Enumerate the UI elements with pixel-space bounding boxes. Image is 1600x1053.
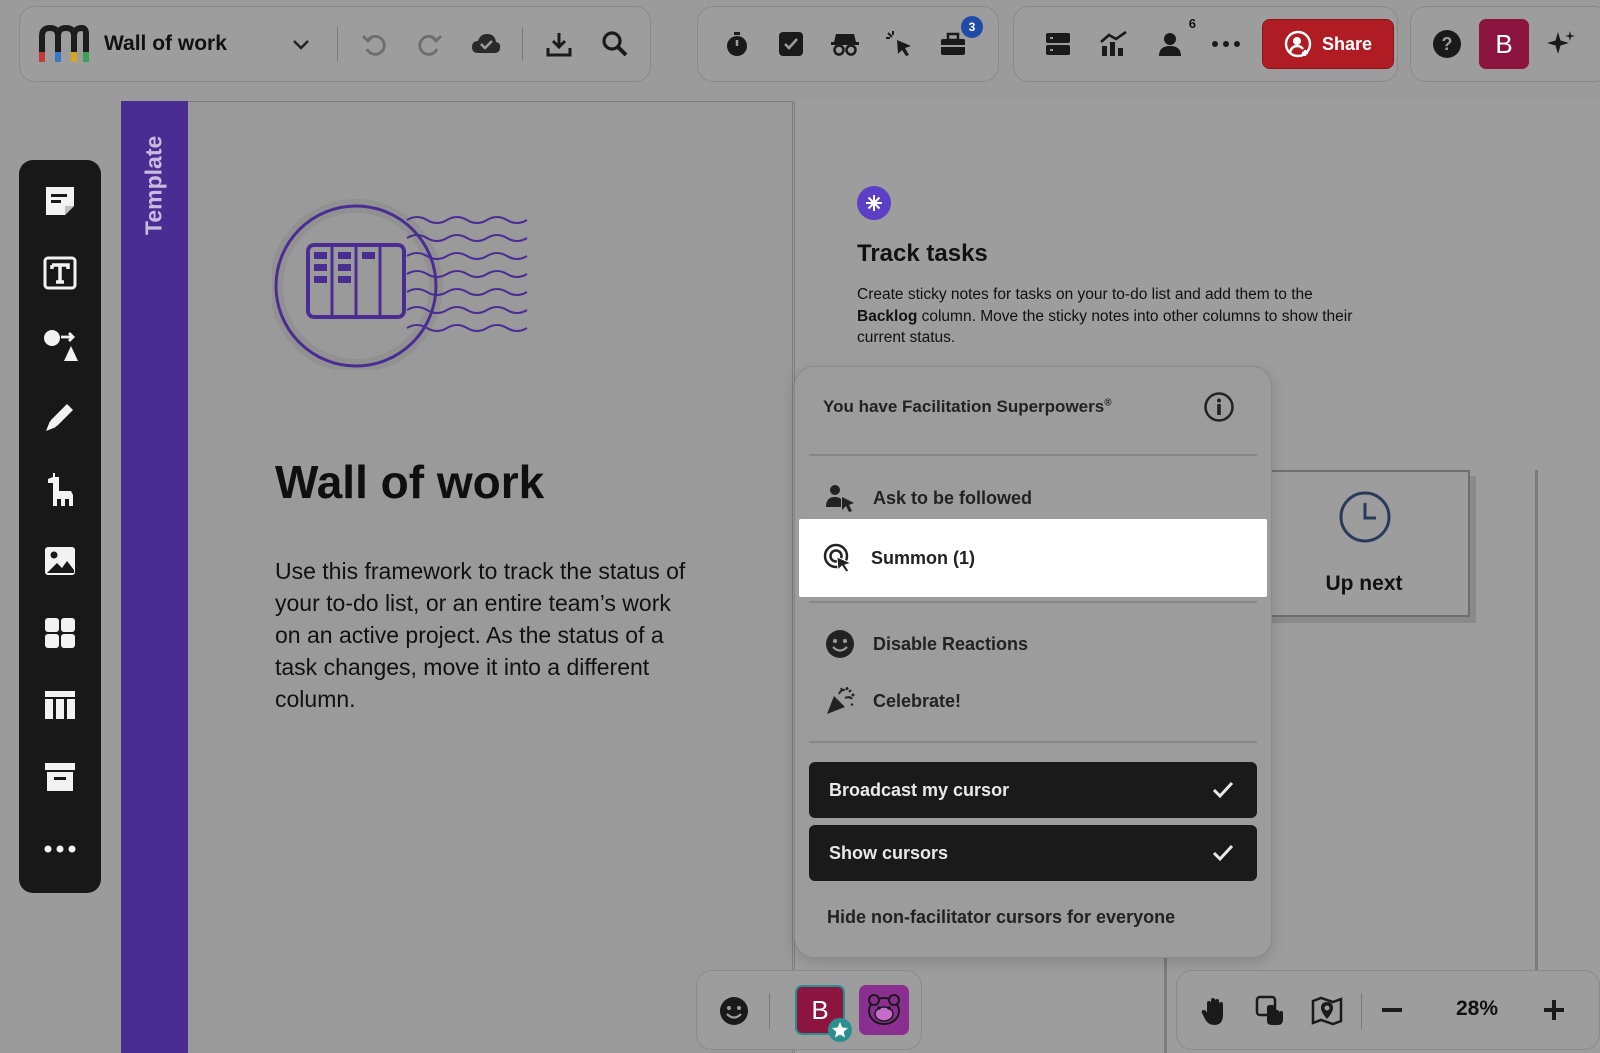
- menu-divider: [809, 741, 1257, 743]
- zoom-level[interactable]: 28%: [1456, 997, 1498, 1021]
- kanban-illustration: [272, 190, 532, 370]
- navigation-bar: [1176, 970, 1600, 1050]
- board-title[interactable]: Wall of work: [104, 32, 227, 56]
- timer-icon[interactable]: [717, 24, 757, 64]
- text-tool-icon[interactable]: [39, 252, 81, 294]
- templates-grid-icon[interactable]: [39, 612, 81, 654]
- board-menu-chevron-icon[interactable]: [281, 24, 321, 64]
- download-icon[interactable]: [539, 24, 579, 64]
- divider: [769, 993, 770, 1029]
- info-icon[interactable]: [1203, 391, 1235, 423]
- board-toolbar: Wall of work: [19, 6, 651, 82]
- smiley-icon: [826, 630, 854, 658]
- table-tool-icon[interactable]: [39, 684, 81, 726]
- party-popper-icon: [827, 687, 855, 714]
- menu-divider: [809, 454, 1257, 456]
- ask-to-be-followed-label: Ask to be followed: [873, 487, 1033, 508]
- archive-icon[interactable]: [39, 756, 81, 798]
- undo-icon[interactable]: [354, 24, 394, 64]
- share-label: Share: [1321, 33, 1373, 54]
- emoji-reaction-icon[interactable]: [719, 996, 749, 1026]
- superpowers-heading: You have Facilitation Superpowers®: [823, 397, 1112, 417]
- private-mode-icon[interactable]: [825, 24, 865, 64]
- superpowers-heading-text: You have Facilitation Superpowers: [823, 397, 1105, 416]
- broadcast-cursor-toggle[interactable]: Broadcast my cursor: [809, 762, 1257, 818]
- pencil-tool-icon[interactable]: [39, 396, 81, 438]
- zoom-in-icon[interactable]: [1541, 997, 1567, 1023]
- facilitation-toolbar: 3: [697, 6, 999, 82]
- broadcast-cursor-label: Broadcast my cursor: [829, 779, 1010, 800]
- laser-pointer-icon[interactable]: [879, 24, 919, 64]
- divider: [521, 27, 523, 61]
- follow-user-icon: [826, 485, 854, 512]
- registered-mark: ®: [1104, 397, 1112, 409]
- template-label: Template: [140, 135, 167, 235]
- up-next-label: Up next: [1325, 572, 1403, 595]
- account-toolbar: ? B: [1410, 6, 1600, 82]
- checkmark-icon: [1212, 781, 1234, 799]
- cards-list-icon[interactable]: [1038, 24, 1078, 64]
- hide-non-facilitator-cursors-item[interactable]: Hide non-facilitator cursors for everyon…: [827, 907, 1175, 928]
- celebrate-label: Celebrate!: [873, 690, 962, 711]
- board-description: Use this framework to track the status o…: [275, 558, 686, 712]
- board-heading: Wall of work: [275, 456, 545, 508]
- clock-icon: [1338, 490, 1392, 544]
- more-tools-icon[interactable]: [39, 828, 81, 870]
- celebrate-item[interactable]: Celebrate!: [801, 673, 1265, 729]
- sparkle-badge-icon: [856, 185, 892, 221]
- up-next-column-card[interactable]: Up next: [1258, 470, 1470, 617]
- summon-target-icon: [823, 543, 853, 573]
- ai-sparkle-icon[interactable]: [1541, 24, 1581, 64]
- app-logo[interactable]: [36, 22, 90, 66]
- search-icon[interactable]: [595, 24, 635, 64]
- vote-checkbox-icon[interactable]: [771, 24, 811, 64]
- participants-count: 6: [1188, 16, 1196, 31]
- show-cursors-toggle[interactable]: Show cursors: [809, 825, 1257, 881]
- sticky-note-icon[interactable]: [39, 180, 81, 222]
- summon-label: Summon (1): [871, 547, 976, 568]
- participants-icon[interactable]: 6: [1150, 16, 1196, 64]
- user-avatar[interactable]: B: [1479, 19, 1529, 69]
- more-options-icon[interactable]: [1206, 24, 1246, 64]
- track-desc-text: Create sticky notes for tasks on your to…: [857, 286, 1313, 303]
- summon-item[interactable]: Summon (1): [799, 519, 1267, 597]
- image-upload-icon[interactable]: [39, 540, 81, 582]
- hand-pan-icon[interactable]: [1199, 995, 1231, 1027]
- track-tasks-title: Track tasks: [857, 240, 988, 267]
- column-divider: [1535, 470, 1538, 970]
- shapes-tool-icon[interactable]: [39, 324, 81, 366]
- reactions-bar: B: [696, 970, 922, 1050]
- zoom-out-icon[interactable]: [1379, 997, 1405, 1023]
- help-icon[interactable]: ?: [1427, 24, 1467, 64]
- backlog-emphasis: Backlog: [857, 307, 918, 325]
- facilitation-superpowers-menu: You have Facilitation Superpowers® Ask t…: [794, 366, 1272, 958]
- track-tasks-description: Create sticky notes for tasks on your to…: [857, 284, 1377, 349]
- cloud-saved-icon[interactable]: [466, 24, 506, 64]
- map-pin-icon[interactable]: [1311, 995, 1343, 1027]
- svg-text:?: ?: [1442, 34, 1453, 54]
- disable-reactions-label: Disable Reactions: [873, 633, 1029, 654]
- toolbox-badge: 3: [961, 16, 983, 38]
- divider: [336, 27, 338, 61]
- ask-to-be-followed-item[interactable]: Ask to be followed: [801, 470, 1265, 526]
- checkmark-icon: [1212, 844, 1234, 862]
- divider: [1361, 993, 1362, 1029]
- track-desc-text-2: column. Move the sticky notes into other…: [857, 307, 1353, 347]
- show-cursors-label: Show cursors: [829, 842, 949, 863]
- llama-icon[interactable]: [39, 468, 81, 510]
- menu-divider: [809, 601, 1257, 603]
- disable-reactions-item[interactable]: Disable Reactions: [801, 616, 1265, 672]
- share-button[interactable]: Share: [1262, 19, 1394, 69]
- create-toolbar: [19, 160, 101, 893]
- redo-icon[interactable]: [410, 24, 450, 64]
- collaboration-toolbar: 6 Share: [1013, 6, 1398, 82]
- facilitator-star-icon: [827, 1017, 853, 1043]
- analytics-chart-icon[interactable]: [1094, 24, 1134, 64]
- touch-select-icon[interactable]: [1255, 995, 1287, 1027]
- toolbox-icon[interactable]: 3: [933, 16, 983, 64]
- add-user-icon: [1284, 30, 1312, 58]
- guest-avatar-icon[interactable]: [859, 985, 909, 1035]
